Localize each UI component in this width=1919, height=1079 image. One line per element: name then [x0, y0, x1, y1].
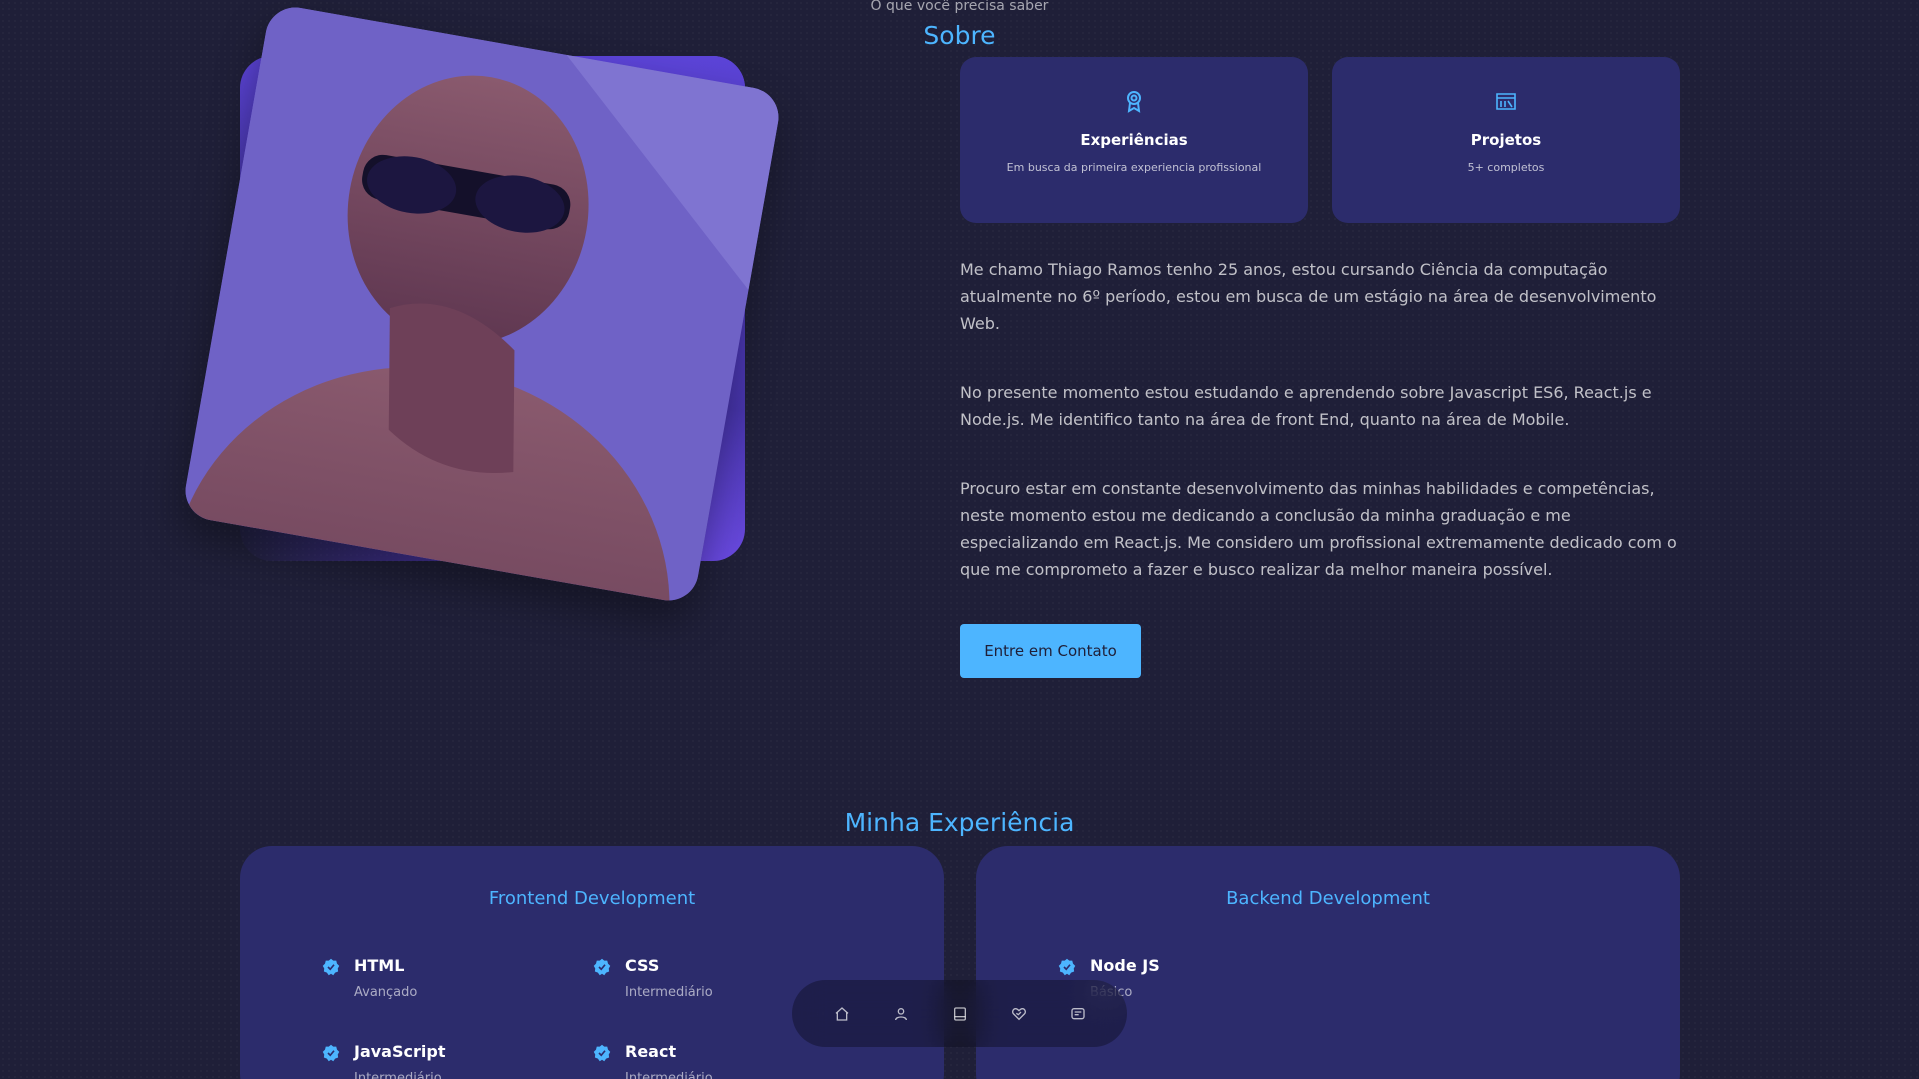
verified-icon: [593, 1044, 611, 1062]
user-icon: [894, 1007, 907, 1020]
about-paragraph: Procuro estar em constante desenvolvimen…: [960, 479, 1677, 579]
skill-level: Avançado: [354, 985, 418, 1000]
skill-name: HTML: [354, 956, 405, 975]
home-icon: [835, 1006, 848, 1021]
experience-card-desc: Em busca da primeira experiencia profiss…: [1006, 161, 1262, 174]
contact-button[interactable]: Entre em Contato: [960, 624, 1141, 678]
skill-name: CSS: [625, 956, 660, 975]
about-text: Me chamo Thiago Ramos tenho 25 anos, est…: [960, 256, 1680, 625]
skill-level: Intermediário: [354, 1071, 442, 1079]
nav-home[interactable]: [830, 1002, 854, 1026]
skill-item: CSS Intermediário: [593, 956, 713, 1000]
folder-icon: [1496, 93, 1516, 110]
skill-name: React: [625, 1042, 677, 1061]
verified-icon: [322, 1044, 340, 1062]
projects-card: Projetos 5+ completos: [1332, 57, 1680, 223]
message-icon: [1070, 1007, 1085, 1019]
award-icon: [1127, 91, 1141, 113]
about-cards: Experiências Em busca da primeira experi…: [960, 57, 1680, 223]
bottom-nav: [792, 980, 1127, 1047]
skill-level: Intermediário: [625, 985, 713, 1000]
profile-photo: [180, 2, 784, 606]
heart-icon: [1011, 1007, 1026, 1020]
verified-icon: [593, 958, 611, 976]
nav-contact[interactable]: [1066, 1002, 1090, 1026]
projects-card-title: Projetos: [1470, 131, 1542, 149]
nav-experience[interactable]: [948, 1002, 972, 1026]
skill-name: JavaScript: [354, 1042, 446, 1061]
projects-card-desc: 5+ completos: [1467, 161, 1545, 174]
experience-title: Minha Experiência: [844, 808, 1075, 837]
nav-services[interactable]: [1007, 1002, 1031, 1026]
skill-level: Intermediário: [625, 1071, 713, 1079]
page: O que você precisa saber Sobre Experiênc…: [0, 0, 1919, 1079]
about-paragraph: Me chamo Thiago Ramos tenho 25 anos, est…: [960, 260, 1657, 333]
verified-icon: [1058, 958, 1076, 976]
skill-item: React Intermediário: [593, 1042, 713, 1079]
nav-about[interactable]: [889, 1002, 913, 1026]
experience-card-title: Experiências: [1080, 131, 1188, 149]
verified-icon: [322, 958, 340, 976]
skill-name: Node JS: [1090, 956, 1160, 975]
about-paragraph: No presente momento estou estudando e ap…: [960, 383, 1652, 429]
skill-item: JavaScript Intermediário: [322, 1042, 445, 1079]
book-icon: [953, 1006, 966, 1021]
frontend-title: Frontend Development: [488, 888, 696, 909]
experience-card: Experiências Em busca da primeira experi…: [960, 57, 1308, 223]
skill-item: HTML Avançado: [322, 956, 417, 1000]
backend-title: Backend Development: [1226, 888, 1430, 909]
